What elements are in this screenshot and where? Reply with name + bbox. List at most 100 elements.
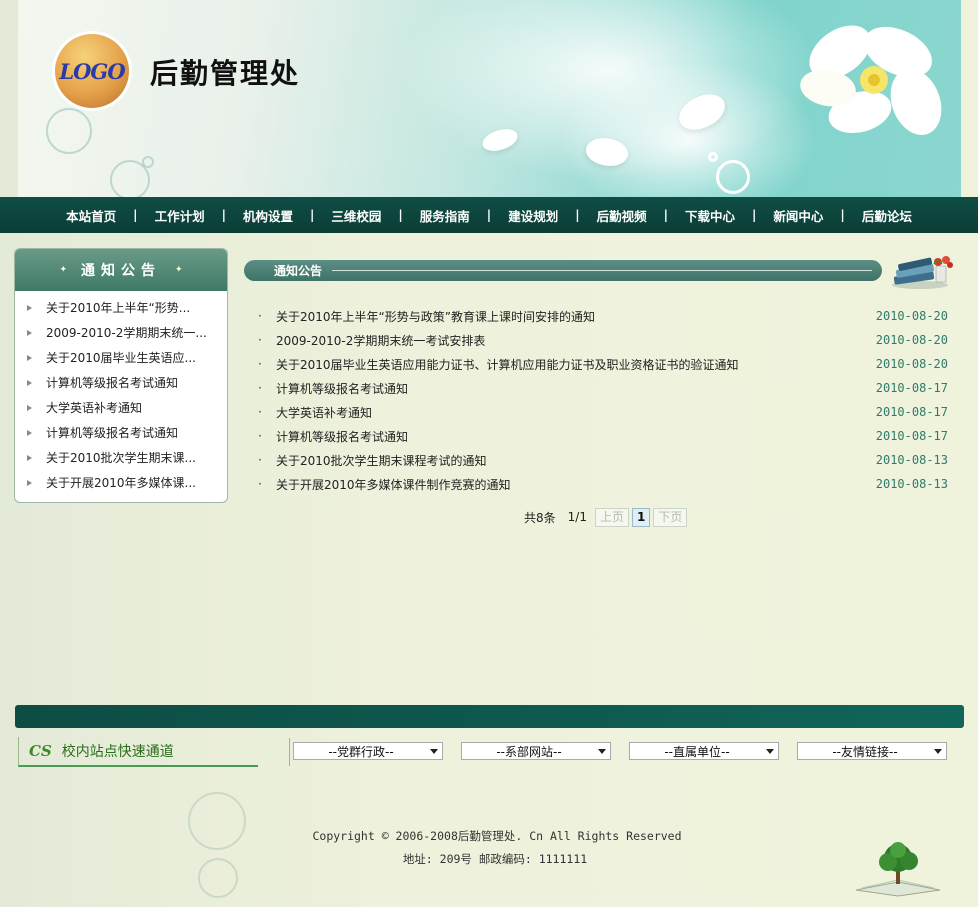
pager-page-info: 1/1 <box>567 510 587 524</box>
bullet: · <box>258 405 262 419</box>
bullet: · <box>258 309 262 323</box>
quick-links-label: CS 校内站点快速通道 <box>18 737 258 767</box>
bullet: · <box>258 357 262 371</box>
sidebar-notices: ✦ 通知公告 ✦ 关于2010年上半年“形势... 2009-2010-2学期期… <box>14 248 228 503</box>
sidebar-item-label: 关于2010批次学生期末课... <box>46 451 196 465</box>
news-title-link[interactable]: 计算机等级报名考试通知 <box>276 428 876 445</box>
site-title: 后勤管理处 <box>150 57 301 90</box>
flower-illustration <box>800 25 942 135</box>
pager-total: 共8条 <box>524 510 556 525</box>
nav-item-organization[interactable]: 机构设置 <box>226 206 310 225</box>
sidebar-item-label: 大学英语补考通知 <box>46 401 143 415</box>
next-page-button[interactable]: 下页 <box>653 507 688 527</box>
select-department-sites[interactable]: --系部网站-- <box>461 742 611 760</box>
address-text: 地址: 209号 邮政编码: 1111111 <box>402 852 588 866</box>
sidebar-item[interactable]: 关于2010年上半年“形势... <box>15 295 227 320</box>
news-title-link[interactable]: 关于2010年上半年“形势与政策”教育课上课时间安排的通知 <box>276 308 876 325</box>
header-banner: LOGO 后勤管理处 <box>18 0 961 197</box>
news-item: · 关于2010届毕业生英语应用能力证书、计算机应用能力证书及职业资格证书的验证通… <box>258 352 948 376</box>
news-title-link[interactable]: 计算机等级报名考试通知 <box>276 380 876 397</box>
nav-item-work-plan[interactable]: 工作计划 <box>138 206 222 225</box>
pagination: 共8条 1/1 上页 1 下页 <box>524 507 688 527</box>
news-item: · 2009-2010-2学期期末统一考试安排表 2010-08-20 <box>258 328 948 352</box>
current-page-button[interactable]: 1 <box>631 507 651 527</box>
arrow-right-icon <box>27 329 32 336</box>
select-friend-links[interactable]: --友情链接-- <box>797 742 947 760</box>
copyright-text: Copyright © 2006-2008后勤管理处. Cn All Right… <box>312 829 682 843</box>
sidebar-item[interactable]: 计算机等级报名考试通知 <box>15 370 227 395</box>
quick-links-title: 校内站点快速通道 <box>61 744 174 760</box>
chevron-down-icon <box>430 749 438 754</box>
logo[interactable]: LOGO <box>55 34 129 108</box>
news-date: 2010-08-20 <box>875 357 948 371</box>
arrow-right-icon <box>27 354 32 361</box>
main-nav: 本站首页 | 工作计划 | 机构设置 | 三维校园 | 服务指南 | 建设规划 … <box>0 197 978 233</box>
chevron-down-icon <box>766 749 774 754</box>
news-date: 2010-08-13 <box>875 477 948 491</box>
sidebar-item[interactable]: 关于开展2010年多媒体课... <box>15 470 227 495</box>
select-affiliated-units-value: --直属单位-- <box>664 744 730 759</box>
arrow-right-icon <box>27 454 32 461</box>
news-title-link[interactable]: 大学英语补考通知 <box>276 404 876 421</box>
nav-item-3d-campus[interactable]: 三维校园 <box>314 206 398 225</box>
arrow-right-icon <box>27 404 32 411</box>
news-title-link[interactable]: 关于开展2010年多媒体课件制作竞赛的通知 <box>276 476 876 493</box>
sidebar-item-label: 关于开展2010年多媒体课... <box>46 476 196 490</box>
news-item: · 计算机等级报名考试通知 2010-08-17 <box>258 424 948 448</box>
bullet: · <box>258 429 262 443</box>
select-affiliated-units[interactable]: --直属单位-- <box>629 742 779 760</box>
news-date: 2010-08-17 <box>875 429 948 443</box>
news-date: 2010-08-20 <box>875 309 948 323</box>
sidebar-title: 通知公告 <box>81 263 161 279</box>
news-title-link[interactable]: 关于2010批次学生期末课程考试的通知 <box>276 452 876 469</box>
decor-ring <box>716 160 750 194</box>
arrow-right-icon <box>27 429 32 436</box>
sidebar-item-label: 2009-2010-2学期期末统一... <box>46 326 207 340</box>
select-party-admin-value: --党群行政-- <box>328 744 394 759</box>
news-date: 2010-08-17 <box>875 381 948 395</box>
decor-ring <box>708 152 718 162</box>
sidebar-item[interactable]: 关于2010批次学生期末课... <box>15 445 227 470</box>
nav-item-downloads[interactable]: 下载中心 <box>668 206 752 225</box>
sidebar-item[interactable]: 关于2010届毕业生英语应... <box>15 345 227 370</box>
arrow-right-icon <box>27 379 32 386</box>
bullet: · <box>258 453 262 467</box>
tree-book-icon <box>855 842 941 897</box>
sidebar-item-label: 计算机等级报名考试通知 <box>46 376 179 390</box>
sidebar-item[interactable]: 大学英语补考通知 <box>15 395 227 420</box>
nav-item-news[interactable]: 新闻中心 <box>756 206 840 225</box>
cs-logo-icon: CS <box>29 742 52 760</box>
news-item: · 关于2010年上半年“形势与政策”教育课上课时间安排的通知 2010-08-20 <box>258 304 948 328</box>
news-date: 2010-08-20 <box>875 333 948 347</box>
diamond-icon: ✦ <box>59 265 67 275</box>
sidebar-item-label: 关于2010届毕业生英语应... <box>46 351 196 365</box>
nav-item-home[interactable]: 本站首页 <box>49 206 133 225</box>
sidebar-item[interactable]: 2009-2010-2学期期末统一... <box>15 320 227 345</box>
arrow-right-icon <box>27 304 32 311</box>
bullet: · <box>258 333 262 347</box>
select-party-admin[interactable]: --党群行政-- <box>293 742 443 760</box>
bullet: · <box>258 381 262 395</box>
diamond-icon: ✦ <box>175 265 183 275</box>
bullet: · <box>258 477 262 491</box>
nav-item-construction[interactable]: 建设规划 <box>491 206 575 225</box>
sidebar-list: 关于2010年上半年“形势... 2009-2010-2学期期末统一... 关于… <box>15 291 227 495</box>
section-title: 通知公告 <box>274 264 323 278</box>
prev-page-button[interactable]: 上页 <box>594 507 629 527</box>
nav-item-forum[interactable]: 后勤论坛 <box>845 206 929 225</box>
news-date: 2010-08-13 <box>875 453 948 467</box>
title-divider <box>332 270 872 271</box>
news-title-link[interactable]: 关于2010届毕业生英语应用能力证书、计算机应用能力证书及职业资格证书的验证通知 <box>276 356 876 373</box>
sidebar-item[interactable]: 计算机等级报名考试通知 <box>15 420 227 445</box>
nav-item-service-guide[interactable]: 服务指南 <box>403 206 487 225</box>
books-icon <box>892 256 953 289</box>
logo-text: LOGO <box>59 58 125 84</box>
chevron-down-icon <box>598 749 606 754</box>
sidebar-header: ✦ 通知公告 ✦ <box>15 249 227 291</box>
news-title-link[interactable]: 2009-2010-2学期期末统一考试安排表 <box>276 332 876 349</box>
sidebar-item-label: 计算机等级报名考试通知 <box>46 426 179 440</box>
decor-ring <box>46 108 92 154</box>
nav-item-video[interactable]: 后勤视频 <box>580 206 664 225</box>
news-item: · 计算机等级报名考试通知 2010-08-17 <box>258 376 948 400</box>
news-item: · 关于开展2010年多媒体课件制作竞赛的通知 2010-08-13 <box>258 472 948 496</box>
